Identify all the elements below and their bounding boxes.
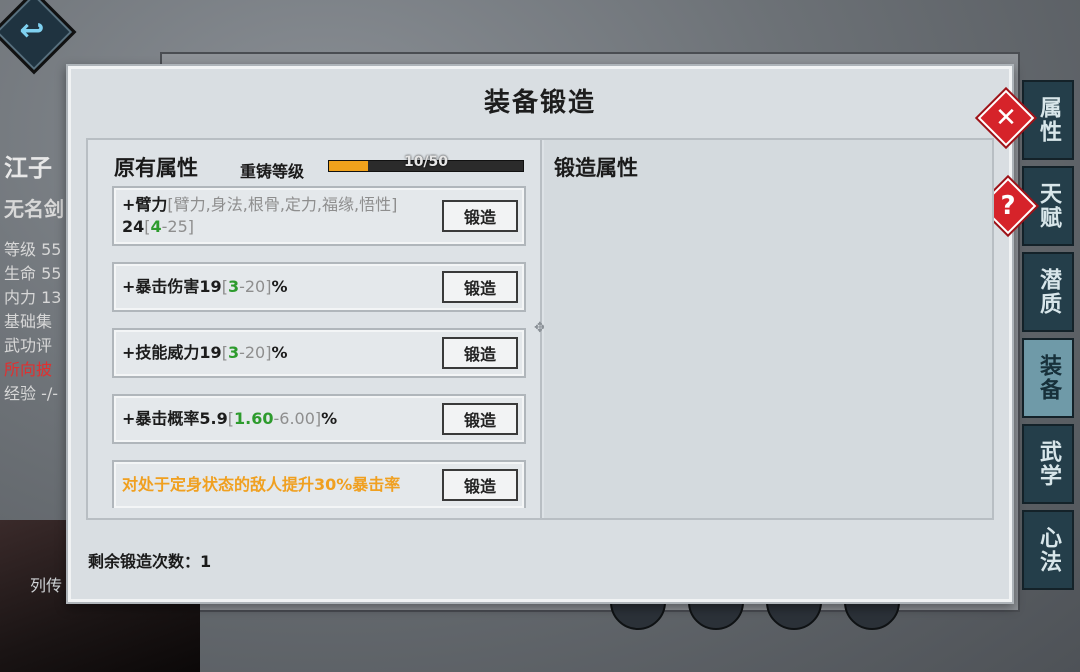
range-min: 4 <box>150 217 162 236</box>
stat-hp: 生命 55 <box>4 264 62 283</box>
attribute-prefix: +臂力 <box>122 195 168 214</box>
attribute-row: 对处于定身状态的敌人提升30%暴击率 锻造 <box>112 460 526 508</box>
party-avatar[interactable] <box>688 600 744 630</box>
character-name: 江子 <box>4 154 52 182</box>
tab-equipment[interactable]: 装备 <box>1022 338 1074 418</box>
stat-invincible: 所向披 <box>4 360 53 379</box>
forge-attributes-panel: 锻造属性 <box>544 140 992 518</box>
attribute-text: +臂力[臂力,身法,根骨,定力,福缘,悟性] 24[4-25] <box>122 188 440 244</box>
forge-button[interactable]: 锻造 <box>442 337 518 369</box>
biography-tab[interactable]: 列传 <box>30 572 62 596</box>
character-title: 无名剑 <box>4 197 64 221</box>
attribute-text: +暴击概率5.9[1.60-6.00]% <box>122 396 440 442</box>
special-effect-text: 对处于定身状态的敌人提升30%暴击率 <box>122 475 401 494</box>
attribute-row: +暴击概率5.9[1.60-6.00]% 锻造 <box>112 394 526 444</box>
forge-button[interactable]: 锻造 <box>442 271 518 303</box>
party-avatar[interactable] <box>766 600 822 630</box>
attribute-value: 24 <box>122 217 145 236</box>
forge-panel: 原有属性 重铸等级 10/50 +臂力[臂力,身法,根骨,定力,福缘,悟性] 2… <box>86 138 994 520</box>
stat-mp: 内力 13 <box>4 288 62 307</box>
stat-rating: 武功评 <box>4 336 53 355</box>
range-max: -20] <box>239 343 272 362</box>
attribute-suffix: % <box>271 343 288 362</box>
range-max: -6.00] <box>273 409 322 428</box>
help-icon: ? <box>1000 191 1016 221</box>
range-max: -25] <box>161 217 195 236</box>
attribute-suffix: % <box>271 277 288 296</box>
recast-level-label: 重铸等级 <box>240 162 305 181</box>
party-avatars <box>610 600 900 630</box>
tab-mind-method[interactable]: 心法 <box>1022 510 1074 590</box>
remaining-forge-count: 剩余锻造次数：1 <box>88 548 211 572</box>
attribute-row: +暴击伤害19[3-20]% 锻造 <box>112 262 526 312</box>
party-avatar[interactable] <box>844 600 900 630</box>
attribute-list[interactable]: +臂力[臂力,身法,根骨,定力,福缘,悟性] 24[4-25] 锻造 +暴击伤害… <box>112 186 528 508</box>
original-attributes-title: 原有属性 <box>114 156 198 180</box>
back-arrow-icon: ↩ <box>19 13 45 49</box>
tab-potential[interactable]: 潜质 <box>1022 252 1074 332</box>
forge-button[interactable]: 锻造 <box>442 200 518 232</box>
forge-button[interactable]: 锻造 <box>442 403 518 435</box>
attribute-options: [臂力,身法,根骨,定力,福缘,悟性] <box>167 195 398 214</box>
close-icon: ✕ <box>995 103 1017 133</box>
attribute-suffix: % <box>321 409 338 428</box>
attribute-text: 对处于定身状态的敌人提升30%暴击率 <box>122 462 440 508</box>
character-info: 江子 无名剑 等级 55 生命 55 内力 13 基础集 武功评 所向披 经验 … <box>4 148 70 406</box>
range-max: -20] <box>239 277 272 296</box>
stat-level: 等级 55 <box>4 240 62 259</box>
remaining-value: 1 <box>200 552 212 571</box>
attribute-prefix: +暴击概率5.9 <box>122 409 228 428</box>
forge-attributes-title: 锻造属性 <box>554 156 638 180</box>
attribute-text: +暴击伤害19[3-20]% <box>122 264 440 310</box>
range-min: 3 <box>227 277 240 296</box>
tab-martial-arts[interactable]: 武学 <box>1022 424 1074 504</box>
attribute-prefix: +暴击伤害19 <box>122 277 222 296</box>
range-min: 1.60 <box>234 409 274 428</box>
attribute-text: +技能威力19[3-20]% <box>122 330 440 376</box>
party-avatar[interactable] <box>610 600 666 630</box>
stat-base: 基础集 <box>4 312 53 331</box>
side-tab-bar: 属性 天赋 潜质 装备 武学 心法 <box>1014 80 1080 596</box>
dialog-title: 装备锻造 <box>483 88 596 118</box>
attribute-row: +臂力[臂力,身法,根骨,定力,福缘,悟性] 24[4-25] 锻造 <box>112 186 526 246</box>
recast-progress-text: 10/50 <box>403 154 449 170</box>
remaining-label: 剩余锻造次数： <box>88 552 201 571</box>
original-attributes-panel: 原有属性 重铸等级 10/50 +臂力[臂力,身法,根骨,定力,福缘,悟性] 2… <box>88 140 546 518</box>
equipment-forge-dialog: 装备锻造 ✕ ? 原有属性 重铸等级 10/50 +臂力[臂力,身法,根骨,定力… <box>66 64 1037 604</box>
forge-button[interactable]: 锻造 <box>442 469 518 501</box>
stat-exp: 经验 -/- <box>4 384 59 403</box>
attribute-prefix: +技能威力19 <box>122 343 222 362</box>
attribute-row: +技能威力19[3-20]% 锻造 <box>112 328 526 378</box>
range-min: 3 <box>227 343 240 362</box>
